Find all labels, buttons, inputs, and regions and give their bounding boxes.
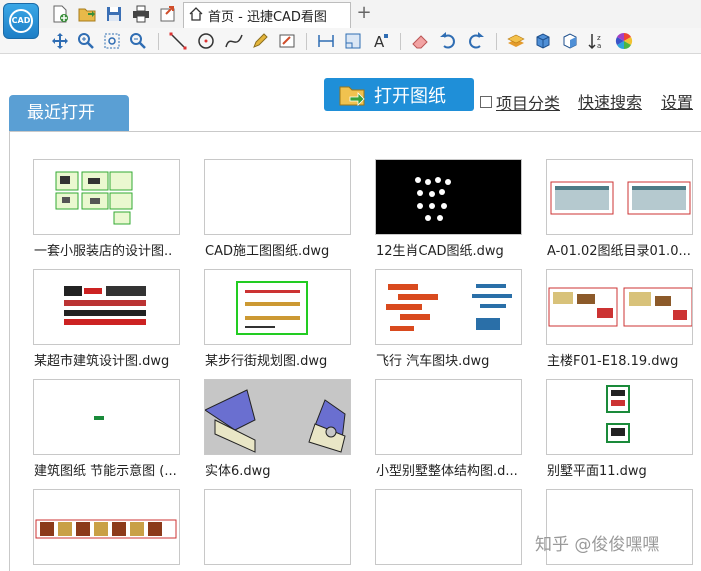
tab-home[interactable]: 首页 - 迅捷CAD看图 (183, 2, 351, 28)
svg-text:z: z (597, 34, 601, 42)
file-thumbnail[interactable] (375, 159, 522, 235)
zoom-realtime-icon[interactable] (128, 31, 148, 51)
new-tab-button[interactable]: + (354, 4, 374, 24)
category-label[interactable]: 项目分类 (496, 90, 560, 114)
file-thumbnail[interactable] (546, 269, 693, 345)
drawing-preview (376, 160, 521, 234)
drawing-preview (94, 416, 104, 420)
measure-distance-icon[interactable] (316, 31, 336, 51)
home-icon (188, 6, 204, 26)
file-thumbnail[interactable] (33, 269, 180, 345)
drawing-preview (61, 284, 151, 328)
file-thumbnail[interactable] (375, 269, 522, 345)
drawing-preview (35, 519, 177, 539)
tab-recent[interactable]: 最近打开 (9, 95, 129, 132)
circle-icon[interactable] (196, 31, 216, 51)
3d-box-icon[interactable] (533, 31, 553, 51)
file-name[interactable]: A-01.02图纸目录01.0... (547, 240, 699, 259)
file-name[interactable]: CAD施工图图纸.dwg (205, 240, 357, 259)
drawing-preview (205, 490, 351, 565)
tab-home-label: 首页 - 迅捷CAD看图 (208, 10, 327, 25)
category-checkbox[interactable] (480, 96, 492, 108)
file-thumbnail[interactable] (204, 379, 351, 455)
settings-link[interactable]: 设置 (661, 89, 693, 113)
app-logo[interactable]: CAD (3, 3, 39, 39)
line-icon[interactable] (168, 31, 188, 51)
file-thumbnail[interactable] (375, 489, 522, 565)
pen-icon[interactable] (250, 31, 270, 51)
drawing-preview (376, 490, 522, 565)
file-thumbnail[interactable] (204, 159, 351, 235)
open-drawing-label: 打开图纸 (374, 85, 446, 107)
drawing-preview (236, 281, 308, 335)
print-icon[interactable] (131, 4, 151, 24)
app-logo-text: CAD (9, 9, 33, 33)
toolbar-separator (158, 33, 159, 50)
sort-icon[interactable]: za (587, 31, 607, 51)
curve-icon[interactable] (224, 31, 244, 51)
drawing-preview (205, 380, 350, 454)
open-folder-icon (338, 83, 368, 107)
file-thumbnail[interactable] (546, 379, 693, 455)
drawing-preview (550, 181, 691, 215)
drawing-preview (606, 385, 630, 443)
annotate-icon[interactable] (277, 31, 297, 51)
svg-text:a: a (597, 42, 601, 50)
category-checkbox-group[interactable]: 项目分类 (480, 90, 560, 114)
eraser-icon[interactable] (410, 31, 430, 51)
file-thumbnail[interactable] (204, 269, 351, 345)
file-thumbnail[interactable] (546, 159, 693, 235)
open-drawing-button[interactable]: 打开图纸 (324, 78, 474, 111)
export-icon[interactable] (158, 4, 178, 24)
undo-icon[interactable] (438, 31, 458, 51)
color-wheel-icon[interactable] (614, 31, 634, 51)
file-name[interactable]: 飞行 汽车图块.dwg (376, 350, 528, 369)
save-icon[interactable] (104, 4, 124, 24)
file-name[interactable]: 12生肖CAD图纸.dwg (376, 240, 528, 259)
file-thumbnail[interactable] (375, 379, 522, 455)
new-file-icon[interactable] (50, 4, 70, 24)
quick-search-link[interactable]: 快速搜索 (578, 89, 642, 113)
drawing-preview (205, 160, 351, 235)
drawing-preview (548, 287, 692, 327)
svg-text:A: A (374, 33, 385, 51)
drawing-preview (386, 284, 512, 331)
file-name[interactable]: 主楼F01-E18.19.dwg (547, 350, 699, 369)
file-thumbnail[interactable] (33, 159, 180, 235)
drawing-preview (55, 171, 133, 225)
text-icon[interactable]: A (371, 31, 391, 51)
3d-cube-icon[interactable] (560, 31, 580, 51)
drawing-preview (376, 380, 522, 455)
open-folder-icon[interactable] (77, 4, 97, 24)
toolbar-separator (306, 33, 307, 50)
watermark: 知乎 @俊俊嘿嘿 (535, 535, 660, 555)
file-thumbnail[interactable] (33, 489, 180, 565)
file-name[interactable]: 某步行街规划图.dwg (205, 350, 357, 369)
file-name[interactable]: 建筑图纸 节能示意图 (... (34, 460, 186, 479)
file-name[interactable]: 某超市建筑设计图.dwg (34, 350, 186, 369)
redo-icon[interactable] (466, 31, 486, 51)
measure-area-icon[interactable] (343, 31, 363, 51)
file-name[interactable]: 实体6.dwg (205, 460, 357, 479)
file-name[interactable]: 一套小服装店的设计图.. (34, 240, 186, 259)
file-name[interactable]: 别墅平面11.dwg (547, 460, 699, 479)
toolbar-separator (496, 33, 497, 50)
zoom-window-icon[interactable] (76, 31, 96, 51)
file-name[interactable]: 小型别墅整体结构图.d... (376, 460, 528, 479)
toolbar-separator (400, 33, 401, 50)
pan-icon[interactable] (50, 31, 70, 51)
zoom-extents-icon[interactable] (102, 31, 122, 51)
file-thumbnail[interactable] (204, 489, 351, 565)
layers-icon[interactable] (506, 31, 526, 51)
file-thumbnail[interactable] (33, 379, 180, 455)
